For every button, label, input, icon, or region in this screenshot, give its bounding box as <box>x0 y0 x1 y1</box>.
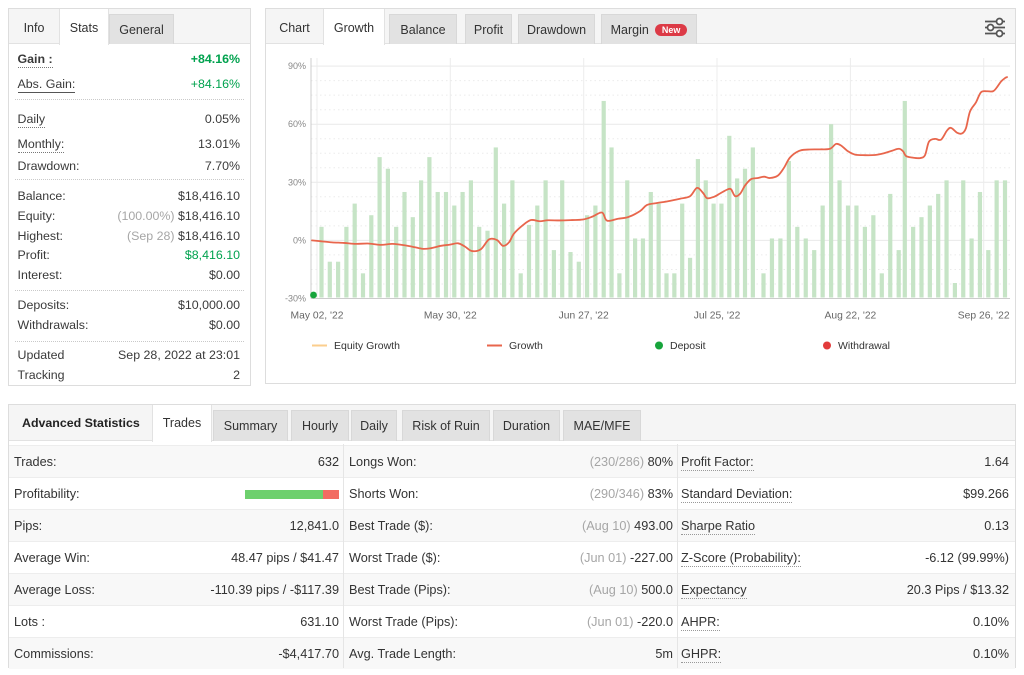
svg-text:Jul 25, '22: Jul 25, '22 <box>694 311 741 322</box>
svg-text:Deposit: Deposit <box>670 340 706 352</box>
svg-text:60%: 60% <box>288 119 306 129</box>
svg-text:90%: 90% <box>288 61 306 71</box>
svg-text:Jun 27, '22: Jun 27, '22 <box>559 311 609 322</box>
svg-text:Growth: Growth <box>509 340 543 352</box>
svg-text:May 02, '22: May 02, '22 <box>291 311 344 322</box>
svg-text:Withdrawal: Withdrawal <box>838 340 890 352</box>
svg-text:Equity Growth: Equity Growth <box>334 340 400 352</box>
svg-text:May 30, '22: May 30, '22 <box>424 311 477 322</box>
svg-text:30%: 30% <box>288 177 306 187</box>
svg-text:Sep 26, '22: Sep 26, '22 <box>958 311 1010 322</box>
svg-text:Aug 22, '22: Aug 22, '22 <box>825 311 877 322</box>
svg-text:-30%: -30% <box>285 294 306 304</box>
svg-text:0%: 0% <box>293 235 306 245</box>
